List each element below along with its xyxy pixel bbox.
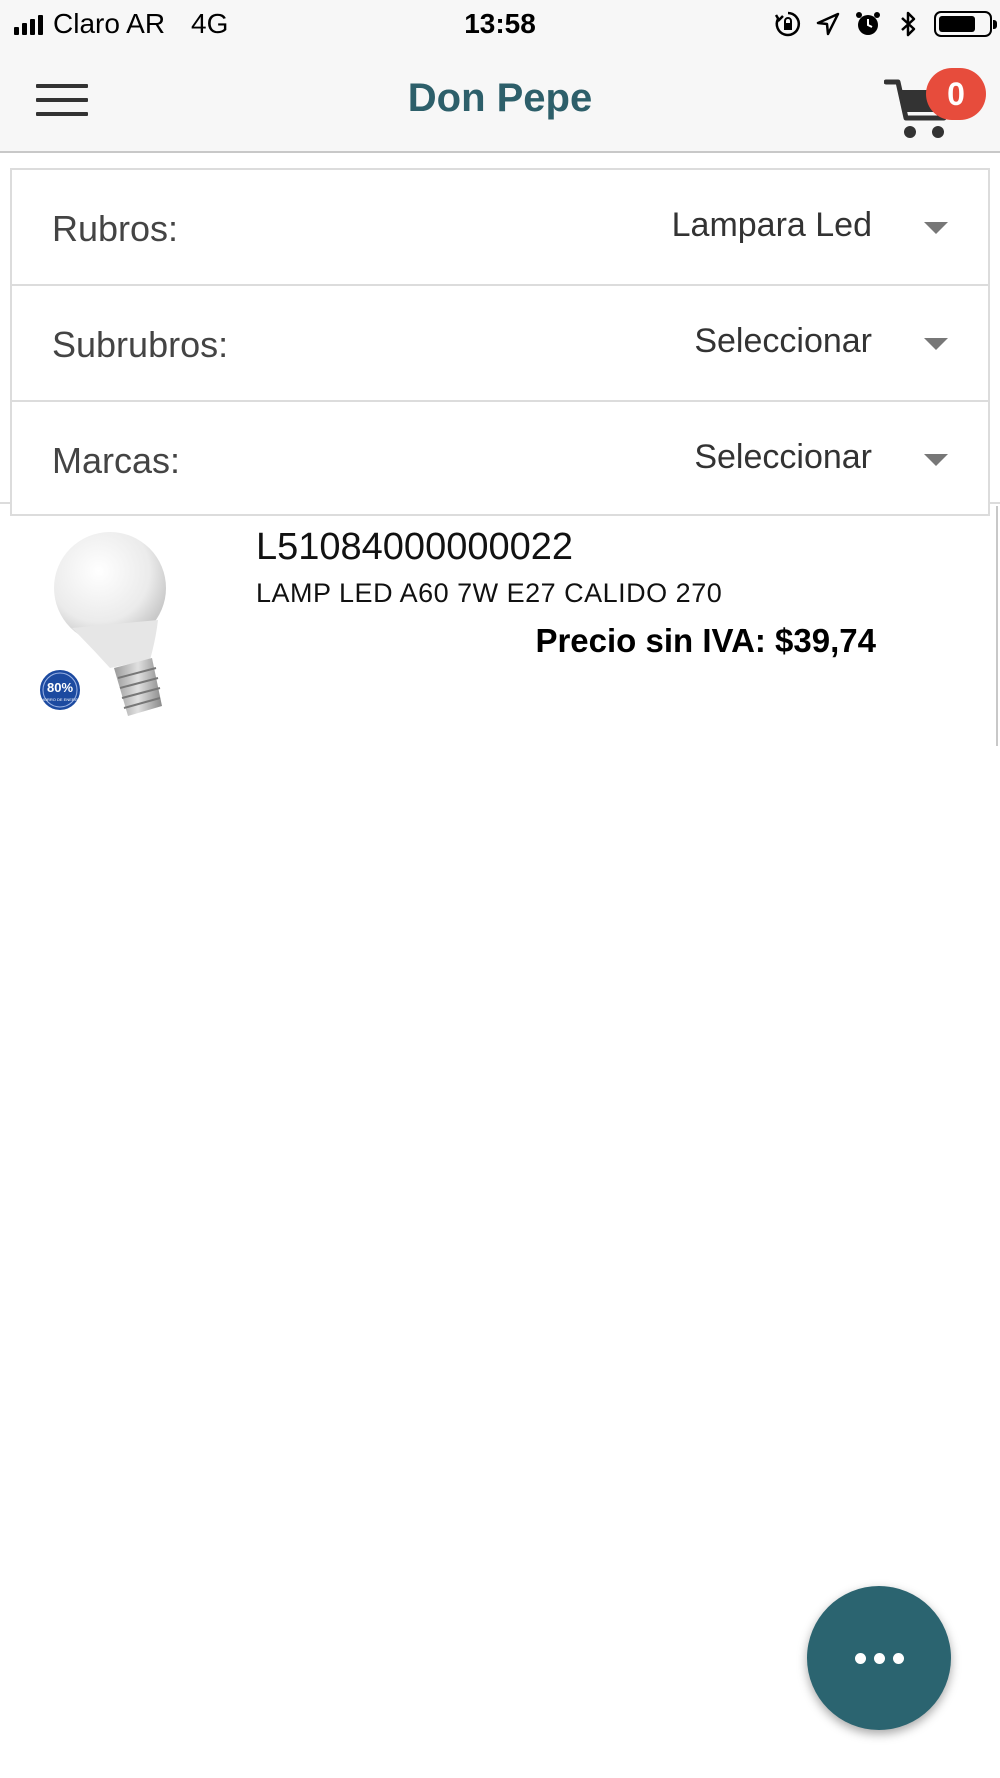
nav-bar: Don Pepe 0 [0,50,1000,153]
filters-panel: Rubros: Lampara Led Subrubros: Seleccion… [10,168,990,516]
product-description: LAMP LED A60 7W E27 CALIDO 270 [256,578,723,608]
cart-button[interactable]: 0 [884,68,986,148]
filter-marcas[interactable]: Marcas: Seleccionar [12,402,988,514]
filter-value[interactable]: Lampara Led [672,206,872,245]
filter-label: Rubros: [52,208,179,249]
battery-icon [934,11,997,37]
filter-label: Marcas: [52,440,181,481]
divider [0,502,10,504]
energy-badge-sub: AHORRO DE ENERGIA [38,697,82,702]
filter-value[interactable]: Seleccionar [694,438,872,477]
battery-level [939,16,975,32]
more-options-button[interactable] [807,1586,951,1730]
more-options-icon [854,1652,866,1664]
divider [990,502,1000,504]
product-code: L51084000000022 [256,526,574,568]
page-title: Don Pepe [407,76,593,120]
filter-label: Subrubros: [52,324,229,365]
scroll-indicator [996,506,998,746]
chevron-down-icon[interactable] [924,222,948,234]
filter-value[interactable]: Seleccionar [694,322,872,361]
status-right [774,10,997,38]
chevron-down-icon[interactable] [924,338,948,350]
chevron-down-icon[interactable] [924,454,948,466]
filter-subrubros[interactable]: Subrubros: Seleccionar [12,286,988,402]
rotation-lock-icon [774,11,801,37]
location-icon [816,12,840,36]
status-bar: Claro AR 4G 13:58 [0,0,1000,50]
product-image[interactable]: 80% AHORRO DE ENERGIA [32,528,202,728]
alarm-icon [856,12,880,35]
cart-count-badge: 0 [926,68,986,120]
product-price: Precio sin IVA: $39,74 [535,622,876,659]
bluetooth-icon [901,11,916,37]
filter-rubros[interactable]: Rubros: Lampara Led [12,170,988,286]
product-list-item[interactable]: 80% AHORRO DE ENERGIA L51084000000022 LA… [0,518,1000,748]
energy-badge-label: 80% [47,680,73,695]
